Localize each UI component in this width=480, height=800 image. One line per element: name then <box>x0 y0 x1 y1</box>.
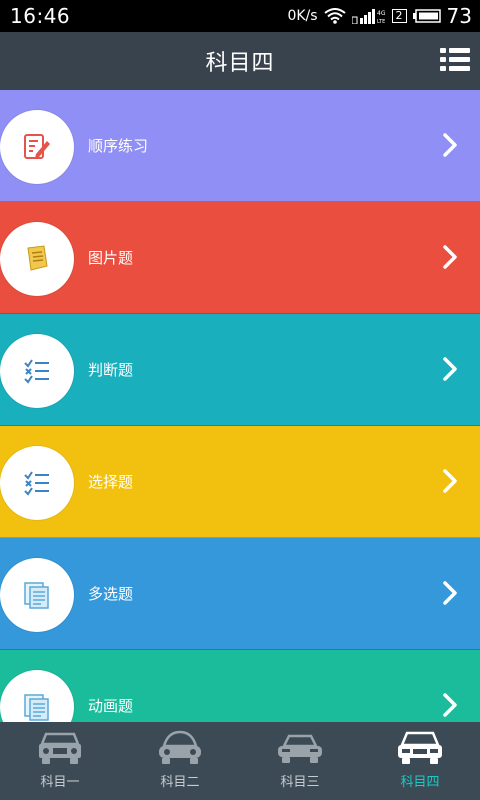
list-item-label: 图片题 <box>88 249 134 267</box>
chevron-right-icon <box>443 581 457 605</box>
bottom-nav: 科目一 科目二 科目三 科目四 <box>0 722 480 800</box>
tab-subject-one[interactable]: 科目一 <box>0 722 120 800</box>
chevron-right-icon <box>443 133 457 157</box>
tab-subject-two[interactable]: 科目二 <box>120 722 240 800</box>
list-item-label: 多选题 <box>88 585 134 603</box>
list-item-sequential-practice[interactable]: 顺序练习 <box>0 90 480 202</box>
svg-text:LTE: LTE <box>377 19 385 24</box>
question-type-list: 顺序练习 图片题 判断题 选择题 多选题 动画题 <box>0 90 480 722</box>
list-item-picture-questions[interactable]: 图片题 <box>0 202 480 314</box>
item-icon-circle <box>0 222 74 296</box>
multi-document-icon <box>24 694 49 721</box>
item-icon-circle <box>0 110 74 184</box>
status-bar: 16:46 0K/s 4G LTE 2 73 <box>0 0 480 32</box>
chevron-right-icon <box>443 245 457 269</box>
status-indicators: 0K/s 4G LTE 2 73 <box>287 4 472 28</box>
list-item-animation-questions[interactable]: 动画题 <box>0 650 480 722</box>
tab-subject-three[interactable]: 科目三 <box>240 722 360 800</box>
sim-badge: 2 <box>391 9 407 23</box>
battery-level: 73 <box>446 4 472 28</box>
list-item-label: 顺序练习 <box>88 137 149 155</box>
app-header: 科目四 <box>0 32 480 90</box>
list-item-multi-select[interactable]: 多选题 <box>0 538 480 650</box>
sedan-car-icon <box>278 734 322 763</box>
jeep-icon <box>39 732 81 764</box>
battery-icon <box>412 9 441 23</box>
tab-label: 科目二 <box>160 775 200 790</box>
chevron-right-icon <box>443 357 457 381</box>
multi-document-icon <box>24 582 49 609</box>
item-icon-circle <box>0 558 74 632</box>
edit-document-icon <box>24 134 50 159</box>
suv-car-icon <box>398 731 442 764</box>
paper-scroll-icon <box>27 245 48 271</box>
checklist-icon <box>24 471 49 496</box>
signal-icon: 4G LTE <box>351 9 386 24</box>
tab-label: 科目四 <box>400 775 440 790</box>
chevron-right-icon <box>443 469 457 493</box>
item-icon-circle <box>0 446 74 520</box>
checklist-icon <box>24 359 49 384</box>
item-icon-circle <box>0 334 74 408</box>
chevron-right-icon <box>443 693 457 717</box>
list-item-label: 判断题 <box>88 361 134 379</box>
svg-text:4G: 4G <box>377 10 386 17</box>
list-item-label: 选择题 <box>88 473 134 491</box>
wifi-icon <box>323 8 346 24</box>
list-item-multiple-choice[interactable]: 选择题 <box>0 426 480 538</box>
list-item-true-false[interactable]: 判断题 <box>0 314 480 426</box>
item-icon-circle <box>0 670 74 722</box>
tab-subject-four[interactable]: 科目四 <box>360 722 480 800</box>
page-title: 科目四 <box>205 51 275 76</box>
tab-label: 科目一 <box>40 775 80 790</box>
network-speed: 0K/s <box>287 8 318 24</box>
list-item-label: 动画题 <box>88 697 134 715</box>
list-menu-icon[interactable] <box>440 46 470 74</box>
beetle-car-icon <box>159 730 201 764</box>
status-time: 16:46 <box>10 4 71 28</box>
tab-label: 科目三 <box>280 775 320 790</box>
